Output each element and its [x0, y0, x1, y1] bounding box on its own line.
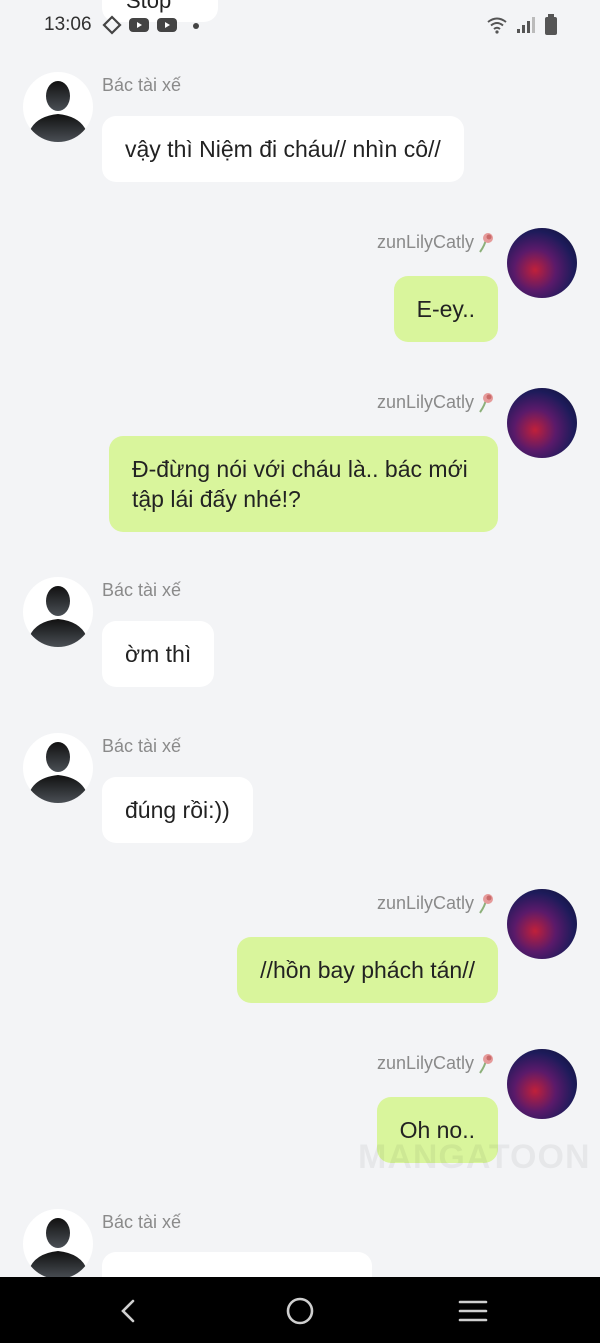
sender-name: Bác tài xế: [102, 75, 182, 95]
status-system-icons: [486, 14, 558, 36]
dot-icon: [193, 23, 199, 29]
home-button[interactable]: [283, 1294, 317, 1328]
avatar[interactable]: [23, 1209, 93, 1279]
avatar[interactable]: [507, 228, 577, 298]
back-chevron-icon: [121, 1299, 135, 1323]
sender-name: Bác tài xế: [102, 580, 182, 600]
signal-icon: [517, 17, 535, 33]
wilted-rose-icon: [479, 894, 493, 914]
clipped-message-text: Stop: [126, 0, 172, 13]
watermark: MANGATOON: [358, 1138, 591, 1176]
youtube-icon: [129, 18, 149, 32]
sender-name-text: zunLilyCatly: [376, 1052, 474, 1073]
menu-button[interactable]: [456, 1294, 490, 1328]
person-silhouette-icon: [27, 1218, 89, 1279]
sender-name: Bác tài xế: [102, 1212, 182, 1232]
diamond-icon: [102, 15, 122, 35]
wifi-icon: [487, 17, 507, 34]
person-silhouette-icon: [27, 586, 89, 647]
message-bubble: ờm thì: [102, 621, 215, 687]
status-time: 13:06: [44, 14, 92, 35]
sender-name: zunLilyCatly: [377, 1052, 496, 1074]
youtube-icon: [157, 18, 177, 32]
menu-icon: [458, 1300, 488, 1322]
message-bubble: Đ-đừng nói với cháu là.. bác mới tập lái…: [109, 436, 498, 532]
sender-name: zunLilyCatly: [377, 391, 496, 413]
wilted-rose-icon: [479, 233, 493, 253]
wilted-rose-icon: [479, 1054, 493, 1074]
sender-name-text: zunLilyCatly: [376, 231, 474, 252]
sender-name: zunLilyCatly: [377, 231, 496, 253]
wilted-rose-icon: [479, 393, 493, 413]
avatar[interactable]: [507, 889, 577, 959]
sender-name: Bác tài xế: [102, 736, 182, 756]
message-bubble: //hồn bay phách tán//: [237, 937, 498, 1003]
avatar[interactable]: [23, 72, 93, 142]
sender-name: zunLilyCatly: [377, 892, 496, 914]
avatar[interactable]: [23, 733, 93, 803]
navigation-bar: [0, 1277, 600, 1343]
sender-name-text: zunLilyCatly: [376, 391, 474, 412]
home-circle-icon: [286, 1297, 314, 1325]
person-silhouette-icon: [27, 81, 89, 142]
sender-name-text: zunLilyCatly: [376, 892, 474, 913]
avatar[interactable]: [507, 1049, 577, 1119]
message-bubble: E-ey..: [393, 276, 498, 342]
back-button[interactable]: [111, 1294, 145, 1328]
status-bar: Stop 13:06: [0, 0, 600, 52]
status-notification-icons: [102, 15, 200, 35]
message-bubble: vậy thì Niệm đi cháu// nhìn cô//: [102, 116, 464, 182]
avatar[interactable]: [23, 577, 93, 647]
person-silhouette-icon: [27, 742, 89, 803]
battery-icon: [545, 14, 557, 35]
message-bubble: đúng rồi:)): [102, 777, 253, 843]
avatar[interactable]: [507, 388, 577, 458]
